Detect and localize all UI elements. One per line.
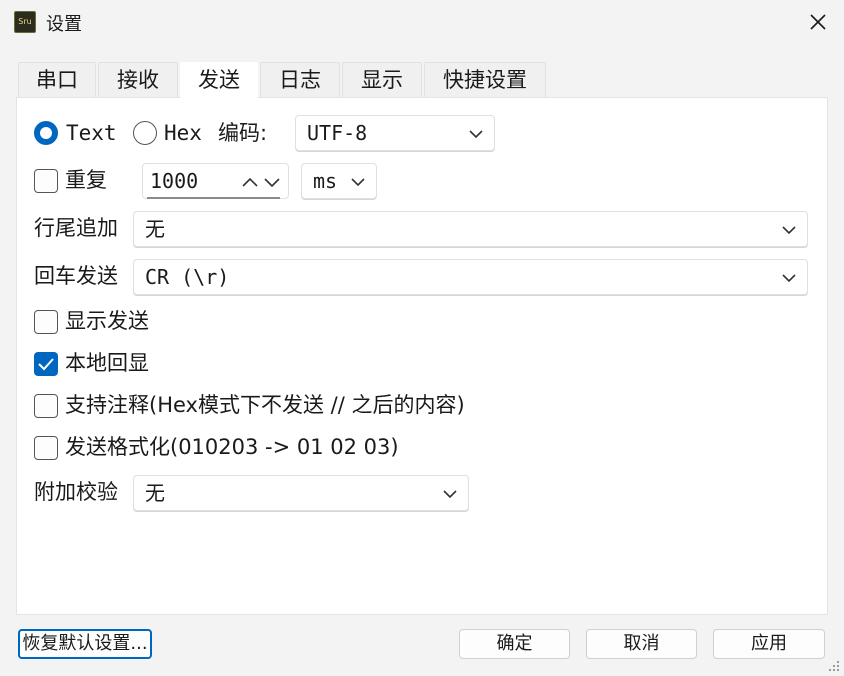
comment-support-label: 支持注释(Hex模式下不发送 // 之后的内容): [65, 393, 465, 417]
enter-send-value: CR (\r): [145, 265, 230, 289]
line-end-label: 行尾追加: [34, 216, 118, 240]
checksum-value: 无: [145, 481, 165, 505]
radio-hex-label: Hex: [164, 121, 202, 145]
enter-send-dropdown[interactable]: CR (\r): [133, 259, 808, 295]
tab-shortcuts[interactable]: 快捷设置: [424, 62, 546, 98]
send-settings-panel: Text Hex 编码: UTF-8 重复 1000 ms 行尾追加 无 回车发…: [16, 97, 828, 615]
repeat-interval-spinbox[interactable]: 1000: [142, 163, 289, 199]
repeat-checkbox[interactable]: [34, 169, 58, 193]
tab-send[interactable]: 发送: [180, 62, 258, 98]
tab-serial[interactable]: 串口: [18, 62, 96, 98]
radio-text-mode[interactable]: [34, 121, 58, 145]
encoding-dropdown[interactable]: UTF-8: [295, 115, 495, 151]
chevron-down-icon: [351, 178, 365, 187]
title-bar: Sru 设置: [0, 0, 844, 46]
chevron-down-icon: [469, 130, 483, 139]
chevron-down-icon: [782, 226, 796, 235]
repeat-interval-value: 1000: [150, 169, 199, 193]
spinbox-focus-underline: [147, 197, 280, 199]
send-format-label: 发送格式化(010203 -> 01 02 03): [65, 435, 399, 459]
chevron-up-icon[interactable]: [241, 175, 259, 189]
checksum-label: 附加校验: [34, 480, 118, 504]
show-send-label: 显示发送: [65, 309, 149, 333]
tab-log[interactable]: 日志: [260, 62, 340, 98]
comment-support-checkbox[interactable]: [34, 394, 58, 418]
enter-send-label: 回车发送: [34, 264, 118, 288]
encoding-label: 编码:: [218, 121, 268, 145]
line-end-value: 无: [145, 217, 165, 241]
restore-defaults-button[interactable]: 恢复默认设置...: [18, 629, 152, 659]
line-end-dropdown[interactable]: 无: [133, 211, 808, 247]
chevron-down-icon[interactable]: [263, 175, 281, 189]
chevron-down-icon: [443, 490, 457, 499]
checksum-dropdown[interactable]: 无: [133, 475, 469, 511]
local-echo-checkbox[interactable]: [34, 352, 58, 376]
repeat-unit-value: ms: [313, 169, 338, 193]
tab-receive[interactable]: 接收: [98, 62, 178, 98]
ok-button[interactable]: 确定: [459, 629, 570, 659]
window-title: 设置: [46, 14, 82, 35]
encoding-value: UTF-8: [307, 121, 368, 145]
app-logo-icon: Sru: [14, 11, 36, 33]
resize-grip-icon[interactable]: [828, 660, 840, 672]
cancel-button[interactable]: 取消: [586, 629, 697, 659]
send-format-checkbox[interactable]: [34, 436, 58, 460]
radio-text-label: Text: [66, 121, 117, 145]
close-icon[interactable]: [806, 10, 830, 34]
repeat-unit-dropdown[interactable]: ms: [301, 163, 377, 199]
tab-display[interactable]: 显示: [342, 62, 422, 98]
apply-button[interactable]: 应用: [713, 629, 825, 659]
show-send-checkbox[interactable]: [34, 310, 58, 334]
chevron-down-icon: [782, 274, 796, 283]
local-echo-label: 本地回显: [65, 351, 149, 375]
repeat-label: 重复: [65, 168, 107, 192]
checkmark-icon: [38, 358, 54, 371]
radio-hex-mode[interactable]: [133, 121, 157, 145]
